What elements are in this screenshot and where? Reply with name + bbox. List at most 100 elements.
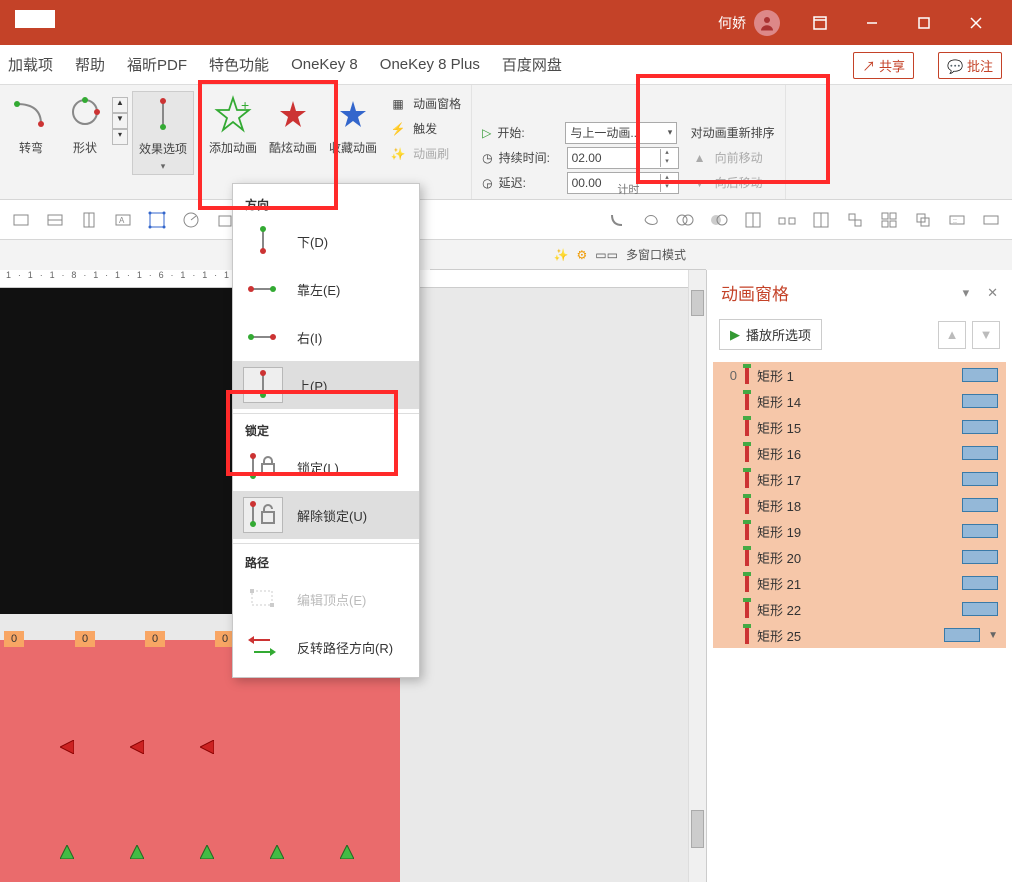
tab-baidu[interactable]: 百度网盘 bbox=[502, 54, 562, 75]
anim-end-3[interactable] bbox=[200, 845, 214, 859]
qat-btn-3[interactable] bbox=[74, 205, 104, 235]
tab-onekey8plus[interactable]: OneKey 8 Plus bbox=[380, 56, 480, 73]
tab-featured[interactable]: 特色功能 bbox=[209, 54, 269, 75]
fav-animation-button[interactable]: 收藏动画 bbox=[323, 91, 383, 158]
tab-help[interactable]: 帮助 bbox=[75, 54, 105, 75]
effect-options-menu: 方向 下(D) 靠左(E) 右(I) 上(P) 锁定 锁定(L) 解除锁定(U)… bbox=[232, 183, 420, 678]
anim-list-row[interactable]: 矩形 19 bbox=[713, 518, 1006, 544]
qat-shape-10[interactable] bbox=[908, 205, 938, 235]
anim-handle-1[interactable] bbox=[60, 740, 74, 754]
anim-pane-close-icon[interactable]: ✕ bbox=[987, 285, 998, 301]
anim-gallery-down[interactable]: ▼ bbox=[112, 113, 128, 129]
anim-turn[interactable]: 转弯 bbox=[4, 91, 58, 158]
tab-foxit[interactable]: 福昕PDF bbox=[127, 54, 187, 75]
vertical-scrollbar[interactable] bbox=[688, 270, 706, 882]
anim-gallery-more[interactable]: ▾ bbox=[112, 129, 128, 145]
anim-pane-dropdown-icon[interactable]: ▾ bbox=[963, 285, 970, 301]
anim-list-row[interactable]: 矩形 20 bbox=[713, 544, 1006, 570]
effect-options-button[interactable]: 效果选项 ▾ bbox=[132, 91, 194, 175]
direction-up[interactable]: 上(P) bbox=[233, 361, 419, 409]
qat-shape-8[interactable] bbox=[840, 205, 870, 235]
qat-shape-12[interactable] bbox=[976, 205, 1006, 235]
edit-points-icon bbox=[243, 581, 283, 617]
anim-row-duration-bar bbox=[962, 446, 998, 460]
anim-end-5[interactable] bbox=[340, 845, 354, 859]
scrollbar-thumb-top[interactable] bbox=[691, 290, 704, 316]
move-later-button[interactable]: ▼向后移动 bbox=[685, 170, 781, 195]
unlock-item[interactable]: 解除锁定(U) bbox=[233, 491, 419, 539]
anim-shapes[interactable]: 形状 bbox=[58, 91, 112, 158]
magic-icon[interactable]: ✨ bbox=[554, 248, 569, 262]
animation-pane-button[interactable]: ▦动画窗格 bbox=[383, 91, 467, 116]
move-down-button[interactable]: ▼ bbox=[972, 321, 1000, 349]
direction-right-icon bbox=[243, 319, 283, 355]
clock-icon: ◷ bbox=[482, 151, 492, 165]
qat-shape-9[interactable] bbox=[874, 205, 904, 235]
ribbon-display-button[interactable] bbox=[794, 0, 846, 45]
animation-painter-button[interactable]: ✨动画刷 bbox=[383, 141, 467, 166]
move-earlier-button[interactable]: ▲向前移动 bbox=[685, 145, 781, 170]
qat-shape-1[interactable] bbox=[602, 205, 632, 235]
anim-list-row[interactable]: 矩形 14 bbox=[713, 388, 1006, 414]
tab-addins[interactable]: 加载项 bbox=[8, 54, 53, 75]
cool-animation-button[interactable]: 酷炫动画 bbox=[263, 91, 323, 158]
quick-access-toolbar: A :: bbox=[0, 200, 1012, 240]
qat-shape-11[interactable]: :: bbox=[942, 205, 972, 235]
anim-row-caret-icon[interactable]: ▼ bbox=[988, 630, 998, 641]
reverse-path-item[interactable]: 反转路径方向(R) bbox=[233, 623, 419, 671]
maximize-button[interactable] bbox=[898, 0, 950, 45]
minimize-button[interactable] bbox=[846, 0, 898, 45]
duration-spinner[interactable]: 02.00▴▾ bbox=[567, 147, 679, 169]
add-animation-button[interactable]: + 添加动画 bbox=[203, 91, 263, 158]
qat-btn-6[interactable] bbox=[176, 205, 206, 235]
user-avatar[interactable] bbox=[754, 10, 780, 36]
anim-list-row[interactable]: 0 矩形 1 bbox=[713, 362, 1006, 388]
qat-shape-6[interactable] bbox=[772, 205, 802, 235]
unlock-icon bbox=[243, 497, 283, 533]
tab-onekey8[interactable]: OneKey 8 bbox=[291, 56, 358, 73]
qat-btn-1[interactable] bbox=[6, 205, 36, 235]
direction-right[interactable]: 右(I) bbox=[233, 313, 419, 361]
user-name: 何娇 bbox=[718, 13, 746, 33]
anim-list-row[interactable]: 矩形 15 bbox=[713, 414, 1006, 440]
direction-down[interactable]: 下(D) bbox=[233, 217, 419, 265]
anim-end-1[interactable] bbox=[60, 845, 74, 859]
anim-end-2[interactable] bbox=[130, 845, 144, 859]
anim-list-row[interactable]: 矩形 16 bbox=[713, 440, 1006, 466]
anim-row-name: 矩形 19 bbox=[757, 522, 954, 541]
anim-list-row[interactable]: 矩形 21 bbox=[713, 570, 1006, 596]
edit-points-item: 编辑顶点(E) bbox=[233, 575, 419, 623]
lock-item[interactable]: 锁定(L) bbox=[233, 443, 419, 491]
anim-list-row[interactable]: 矩形 25 ▼ bbox=[713, 622, 1006, 648]
move-up-button[interactable]: ▲ bbox=[938, 321, 966, 349]
qat-shape-5[interactable] bbox=[738, 205, 768, 235]
qat-shape-7[interactable] bbox=[806, 205, 836, 235]
gear-icon[interactable]: ⚙ bbox=[577, 248, 588, 262]
multiwindow-icon[interactable]: ▭▭ bbox=[595, 248, 618, 262]
qat-btn-2[interactable] bbox=[40, 205, 70, 235]
qat-btn-4[interactable]: A bbox=[108, 205, 138, 235]
anim-list-row[interactable]: 矩形 22 bbox=[713, 596, 1006, 622]
anim-row-duration-bar bbox=[962, 602, 998, 616]
scrollbar-thumb-bottom[interactable] bbox=[691, 810, 704, 848]
anim-end-4[interactable] bbox=[270, 845, 284, 859]
anim-row-duration-bar bbox=[962, 368, 998, 382]
annotate-button[interactable]: 💬 批注 bbox=[938, 52, 1002, 79]
timing-delay: ◶ 延迟: 00.00▴▾ bbox=[476, 170, 684, 195]
multiwindow-label[interactable]: 多窗口模式 bbox=[626, 246, 686, 263]
anim-handle-2[interactable] bbox=[130, 740, 144, 754]
anim-gallery-up[interactable]: ▲ bbox=[112, 97, 128, 113]
trigger-button[interactable]: ⚡触发 bbox=[383, 116, 467, 141]
play-selection-button[interactable]: ▶ 播放所选项 bbox=[719, 319, 822, 350]
qat-btn-5[interactable] bbox=[142, 205, 172, 235]
start-select[interactable]: 与上一动画...▾ bbox=[565, 122, 677, 144]
close-button[interactable] bbox=[950, 0, 1002, 45]
anim-list-row[interactable]: 矩形 17 bbox=[713, 466, 1006, 492]
anim-handle-3[interactable] bbox=[200, 740, 214, 754]
anim-list-row[interactable]: 矩形 18 bbox=[713, 492, 1006, 518]
qat-shape-3[interactable] bbox=[670, 205, 700, 235]
qat-shape-2[interactable] bbox=[636, 205, 666, 235]
qat-shape-4[interactable] bbox=[704, 205, 734, 235]
share-button[interactable]: ↗ 共享 bbox=[853, 52, 914, 79]
direction-left[interactable]: 靠左(E) bbox=[233, 265, 419, 313]
